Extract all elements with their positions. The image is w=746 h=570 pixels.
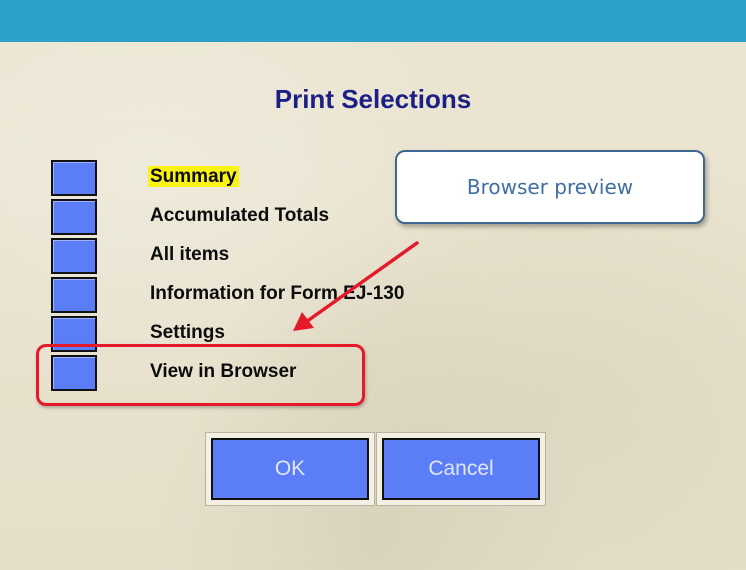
- ok-button[interactable]: OK: [211, 438, 369, 500]
- callout-text: Browser preview: [466, 175, 634, 199]
- cancel-button[interactable]: Cancel: [382, 438, 540, 500]
- summary-option-button[interactable]: [51, 160, 97, 196]
- cancel-button-frame: Cancel: [376, 432, 546, 506]
- annotation-callout: Browser preview: [395, 150, 705, 224]
- form-ej130-option-button[interactable]: [51, 277, 97, 313]
- annotation-highlight-box: [36, 344, 365, 406]
- all-items-option-button[interactable]: [51, 238, 97, 274]
- form-ej130-option-label: Information for Form EJ-130: [150, 283, 405, 304]
- summary-highlight: Summary: [148, 166, 239, 187]
- window-titlebar[interactable]: [0, 0, 746, 42]
- settings-option-label: Settings: [150, 322, 225, 343]
- all-items-option-label: All items: [150, 244, 230, 265]
- print-selections-dialog: Print Selections Summary Accumulated Tot…: [0, 0, 746, 570]
- dialog-title: Print Selections: [274, 84, 472, 114]
- accumulated-totals-option-button[interactable]: [51, 199, 97, 235]
- summary-option-label: Summary: [148, 165, 239, 189]
- ok-button-frame: OK: [205, 432, 375, 506]
- accumulated-totals-option-label: Accumulated Totals: [150, 205, 330, 226]
